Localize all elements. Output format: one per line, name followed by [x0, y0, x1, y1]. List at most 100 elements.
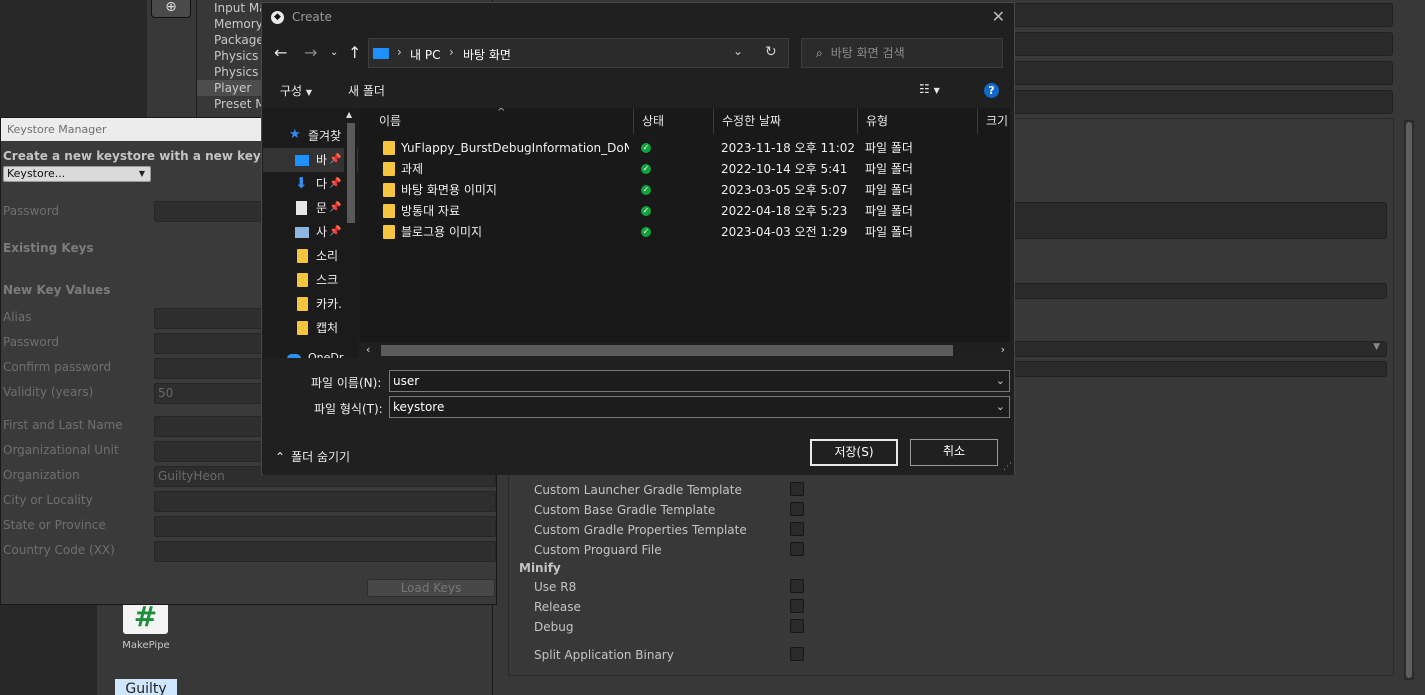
search-box[interactable]: ⌕ 바탕 화면 검색	[801, 38, 1003, 68]
file-type: 파일 폴더	[865, 141, 913, 155]
custom-proguard-checkbox[interactable]	[790, 542, 804, 556]
keystore-dropdown[interactable]: Keystore... ▼	[3, 166, 151, 182]
search-icon: ⌕	[816, 46, 823, 60]
column-header-date[interactable]: 수정한 날짜	[714, 108, 858, 134]
file-date: 2023-11-18 오후 11:02	[721, 141, 856, 155]
password-label: Password	[3, 204, 60, 218]
address-chevron-icon[interactable]: ⌄	[733, 44, 743, 58]
confirm-password-label: Confirm password	[3, 360, 112, 374]
custom-base-gradle-checkbox[interactable]	[790, 502, 804, 516]
new-folder-button[interactable]: 새 폴더	[348, 82, 385, 99]
split-binary-checkbox[interactable]	[790, 647, 804, 661]
file-date: 2023-04-03 오전 1:29	[721, 225, 848, 239]
chevron-down-icon[interactable]: ⌄	[996, 371, 1005, 391]
dialog-title: Create	[292, 10, 332, 24]
tree-scroll-thumb[interactable]	[347, 123, 355, 223]
asset-thumbnail[interactable]: Guilty	[115, 679, 177, 695]
list-item-package[interactable]: Package	[214, 32, 264, 48]
pin-icon: 📌	[329, 226, 342, 237]
use-r8-label: Use R8	[534, 580, 577, 594]
column-header-type[interactable]: 유형	[858, 108, 978, 134]
inspector-field[interactable]	[1012, 283, 1387, 299]
tree-label: OneDr	[308, 351, 344, 358]
tree-label: 소리	[316, 249, 339, 263]
file-name-input[interactable]: user ⌄	[389, 370, 1010, 392]
list-item-input-manager[interactable]: Input Ma	[214, 0, 267, 16]
folder-icon	[297, 321, 308, 335]
breadcrumb-my-pc[interactable]: 내 PC	[410, 46, 440, 63]
hide-folders-toggle[interactable]: ⌃ 폴더 숨기기	[275, 448, 350, 465]
load-keys-button[interactable]: Load Keys	[367, 579, 495, 597]
folder-icon	[297, 297, 308, 311]
inspector-field[interactable]	[1012, 90, 1393, 114]
file-name: 바탕 화면용 이미지	[401, 183, 497, 197]
column-header-size[interactable]: 크기	[978, 108, 1010, 134]
cancel-button[interactable]: 취소	[910, 439, 998, 466]
inspector-field[interactable]	[1012, 361, 1387, 377]
resize-grip-icon[interactable]: ⋰	[1003, 462, 1012, 472]
country-field[interactable]	[154, 541, 496, 562]
organization-label: Organization	[3, 468, 80, 482]
file-row[interactable]: 바탕 화면용 이미지 ✓ 2023-03-05 오후 5:07 파일 폴더	[359, 180, 1009, 201]
inspector-field[interactable]	[1012, 61, 1393, 85]
tree-label: 카카.	[316, 297, 342, 311]
scroll-right-icon[interactable]: ›	[1001, 343, 1005, 356]
column-header-name[interactable]: 이름 ^	[359, 108, 634, 134]
file-list-hscroll-thumb[interactable]	[381, 345, 953, 356]
help-icon[interactable]: ?	[984, 83, 999, 98]
inspector-dropdown[interactable]: ▼	[1012, 341, 1387, 357]
recent-locations-chevron-icon[interactable]: ⌄	[330, 45, 338, 61]
move-tool-icon[interactable]: ⊕	[151, 0, 191, 18]
organize-button[interactable]: 구성 ▼	[280, 82, 312, 99]
custom-gradle-properties-checkbox[interactable]	[790, 522, 804, 536]
view-options-icon[interactable]: ☷ ▼	[919, 82, 940, 96]
pin-icon: 📌	[329, 178, 342, 189]
pin-icon: 📌	[329, 154, 342, 165]
inspector-textarea[interactable]	[1012, 202, 1387, 239]
search-placeholder: 바탕 화면 검색	[830, 46, 905, 60]
new-key-values-heading: New Key Values	[3, 283, 111, 297]
file-row[interactable]: 방통대 자료 ✓ 2022-04-18 오후 5:23 파일 폴더	[359, 201, 1009, 222]
state-field[interactable]	[154, 516, 496, 537]
save-button[interactable]: 저장(S)	[810, 439, 898, 466]
folder-icon	[383, 183, 395, 197]
tree-label: 다	[316, 177, 328, 191]
use-r8-checkbox[interactable]	[790, 579, 804, 593]
list-item-player[interactable]: Player	[214, 80, 251, 96]
custom-proguard-label: Custom Proguard File	[534, 543, 662, 557]
file-type: 파일 폴더	[865, 183, 913, 197]
state-label: State or Province	[3, 518, 106, 532]
file-row[interactable]: 과제 ✓ 2022-10-14 오후 5:41 파일 폴더	[359, 159, 1009, 180]
debug-checkbox[interactable]	[790, 619, 804, 633]
list-item-preset[interactable]: Preset M	[214, 96, 266, 112]
scroll-up-icon[interactable]: ▲	[346, 110, 352, 119]
file-name: 방통대 자료	[401, 204, 461, 218]
refresh-icon[interactable]: ↻	[765, 44, 777, 60]
file-row[interactable]: 블로그용 이미지 ✓ 2023-04-03 오전 1:29 파일 폴더	[359, 222, 1009, 243]
release-checkbox[interactable]	[790, 599, 804, 613]
list-item-physics-2d[interactable]: Physics	[214, 64, 258, 80]
inspector-scroll-thumb[interactable]	[1406, 122, 1412, 678]
file-row[interactable]: YuFlappy_BurstDebugInformation_DoNo... ✓…	[359, 138, 1009, 159]
city-field[interactable]	[154, 491, 496, 512]
up-arrow-icon[interactable]: ↑	[348, 45, 361, 61]
inspector-field[interactable]	[1012, 32, 1393, 56]
tree-label: 캡처	[316, 321, 339, 335]
city-label: City or Locality	[3, 493, 93, 507]
chevron-up-icon: ⌃	[275, 450, 286, 464]
breadcrumb-desktop[interactable]: 바탕 화면	[463, 46, 511, 63]
back-arrow-icon[interactable]: ←	[274, 45, 287, 61]
pc-icon	[373, 48, 389, 59]
column-header-status[interactable]: 상태	[634, 108, 714, 134]
csharp-script-icon[interactable]: #	[123, 600, 168, 634]
scroll-left-icon[interactable]: ‹	[366, 343, 370, 356]
close-icon[interactable]: ✕	[992, 7, 1005, 26]
list-item-physics[interactable]: Physics	[214, 48, 258, 64]
file-type-select[interactable]: keystore ⌄	[389, 396, 1010, 418]
inspector-field[interactable]	[1012, 3, 1393, 27]
list-item-memory[interactable]: Memory	[214, 16, 263, 32]
custom-launcher-gradle-checkbox[interactable]	[790, 482, 804, 496]
tree-label: 문	[316, 201, 328, 215]
forward-arrow-icon[interactable]: →	[304, 45, 317, 61]
address-bar[interactable]: › 내 PC › 바탕 화면 ⌄ ↻	[368, 38, 789, 68]
